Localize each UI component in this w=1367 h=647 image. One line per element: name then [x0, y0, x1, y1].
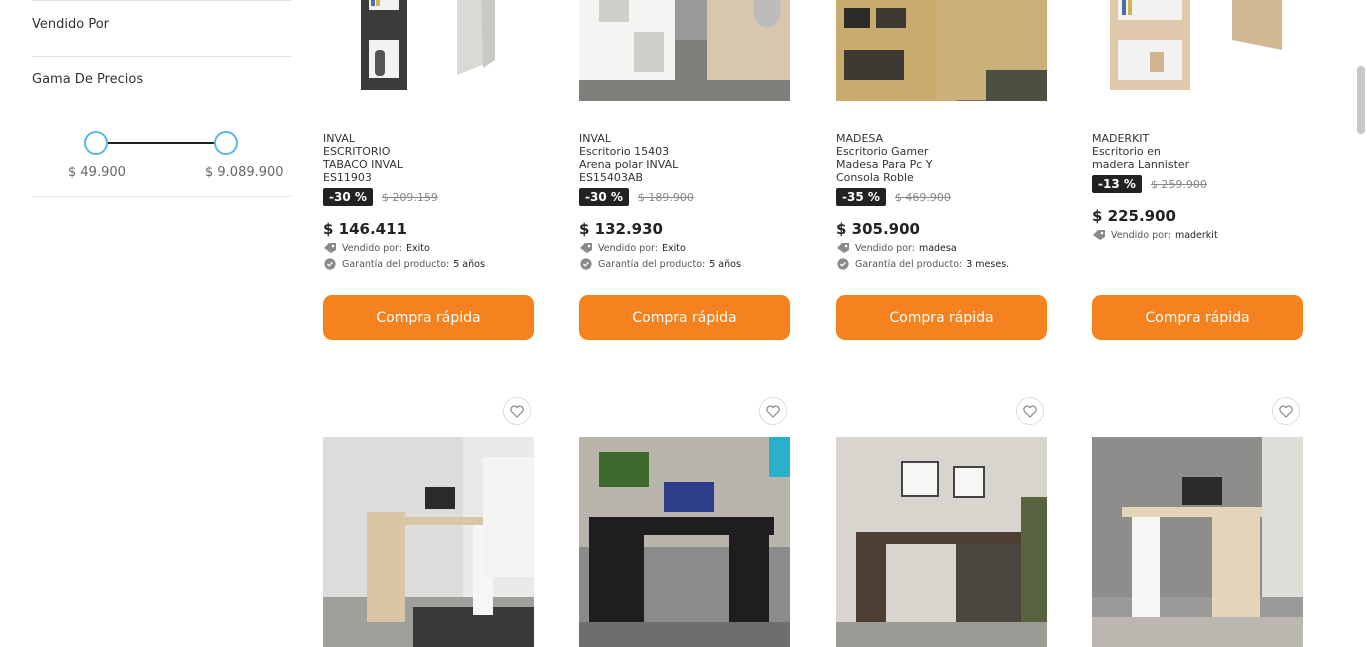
divider — [32, 0, 291, 1]
favorite-button[interactable] — [759, 397, 787, 425]
old-price: $ 259.900 — [1150, 177, 1207, 191]
product-name-line[interactable]: ES15403AB — [579, 171, 791, 184]
seller-name: Exito — [405, 242, 430, 254]
warranty-label: Garantía del producto: — [855, 258, 963, 270]
seller-label: Vendido por: — [1111, 229, 1171, 241]
product-image[interactable] — [1092, 0, 1303, 101]
heart-icon — [510, 405, 524, 418]
product-price: $ 132.930 — [579, 220, 663, 238]
product-price: $ 305.900 — [836, 220, 920, 238]
page-scrollbar[interactable] — [1357, 66, 1365, 134]
price-min-value: $ 49.900 — [68, 165, 126, 180]
product-brand: MADESA — [836, 132, 884, 145]
seller-info: Vendido por: Exito — [323, 242, 535, 254]
filter-vendido-por[interactable]: Vendido Por — [32, 17, 109, 32]
price-range-track[interactable] — [96, 142, 226, 144]
product-name-line[interactable]: ESCRITORIO — [323, 145, 535, 158]
quick-buy-button[interactable]: Compra rápida — [323, 295, 534, 340]
product-image[interactable] — [323, 0, 534, 101]
favorite-button[interactable] — [503, 397, 531, 425]
product-price: $ 146.411 — [323, 220, 407, 238]
seller-name: maderkit — [1174, 229, 1218, 241]
product-image[interactable] — [836, 437, 1047, 647]
product-name-line[interactable]: Consola Roble — [836, 171, 1048, 184]
seller-label: Vendido por: — [342, 242, 402, 254]
divider — [32, 56, 291, 57]
tag-icon — [580, 243, 592, 253]
badge-check-icon — [324, 258, 336, 270]
warranty-value: 5 años — [709, 258, 741, 270]
product-brand: INVAL — [579, 132, 611, 145]
quick-buy-button[interactable]: Compra rápida — [579, 295, 790, 340]
seller-info: Vendido por: maderkit — [1092, 229, 1304, 241]
heart-icon — [1023, 405, 1037, 418]
tag-icon — [837, 243, 849, 253]
product-image[interactable] — [579, 0, 790, 101]
warranty-info: Garantía del producto: 3 meses. — [836, 258, 1048, 270]
badge-check-icon — [580, 258, 592, 270]
quick-buy-button[interactable]: Compra rápida — [1092, 295, 1303, 340]
heart-icon — [1279, 405, 1293, 418]
product-brand: MADERKIT — [1092, 132, 1150, 145]
filter-price-range-title[interactable]: Gama De Precios — [32, 72, 143, 87]
price-range-min-handle[interactable] — [84, 131, 108, 155]
product-price: $ 225.900 — [1092, 207, 1176, 225]
seller-label: Vendido por: — [855, 242, 915, 254]
product-name-line[interactable]: TABACO INVAL — [323, 158, 535, 171]
seller-info: Vendido por: madesa — [836, 242, 1048, 254]
favorite-button[interactable] — [1016, 397, 1044, 425]
warranty-label: Garantía del producto: — [342, 258, 450, 270]
warranty-info: Garantía del producto: 5 años — [579, 258, 791, 270]
discount-badge: -30 % — [579, 188, 629, 206]
warranty-value: 5 años — [453, 258, 485, 270]
product-name-line[interactable]: Escritorio en — [1092, 145, 1304, 158]
favorite-button[interactable] — [1272, 397, 1300, 425]
heart-icon — [766, 405, 780, 418]
quick-buy-button[interactable]: Compra rápida — [836, 295, 1047, 340]
tag-icon — [324, 243, 336, 253]
seller-info: Vendido por: Exito — [579, 242, 791, 254]
warranty-info: Garantía del producto: 5 años — [323, 258, 535, 270]
price-max-value: $ 9.089.900 — [205, 165, 284, 180]
warranty-label: Garantía del producto: — [598, 258, 706, 270]
divider — [32, 196, 291, 197]
product-name-line[interactable]: ES11903 — [323, 171, 535, 184]
product-name-line[interactable]: Madesa Para Pc Y — [836, 158, 1048, 171]
old-price: $ 189.900 — [637, 190, 694, 204]
tag-icon — [1093, 230, 1105, 240]
product-image[interactable] — [836, 0, 1047, 101]
product-image[interactable] — [579, 437, 790, 647]
discount-badge: -35 % — [836, 188, 886, 206]
price-range-max-handle[interactable] — [214, 131, 238, 155]
old-price: $ 469.900 — [894, 190, 951, 204]
discount-badge: -30 % — [323, 188, 373, 206]
product-image[interactable] — [323, 437, 534, 647]
product-name-line[interactable]: madera Lannister — [1092, 158, 1304, 171]
product-image[interactable] — [1092, 437, 1303, 647]
product-brand: INVAL — [323, 132, 355, 145]
seller-name: madesa — [918, 242, 957, 254]
discount-badge: -13 % — [1092, 175, 1142, 193]
product-name-line[interactable]: Arena polar INVAL — [579, 158, 791, 171]
badge-check-icon — [837, 258, 849, 270]
product-name-line[interactable]: Escritorio 15403 — [579, 145, 791, 158]
seller-label: Vendido por: — [598, 242, 658, 254]
seller-name: Exito — [661, 242, 686, 254]
product-name-line[interactable]: Escritorio Gamer — [836, 145, 1048, 158]
warranty-value: 3 meses. — [966, 258, 1010, 270]
old-price: $ 209.159 — [381, 190, 438, 204]
